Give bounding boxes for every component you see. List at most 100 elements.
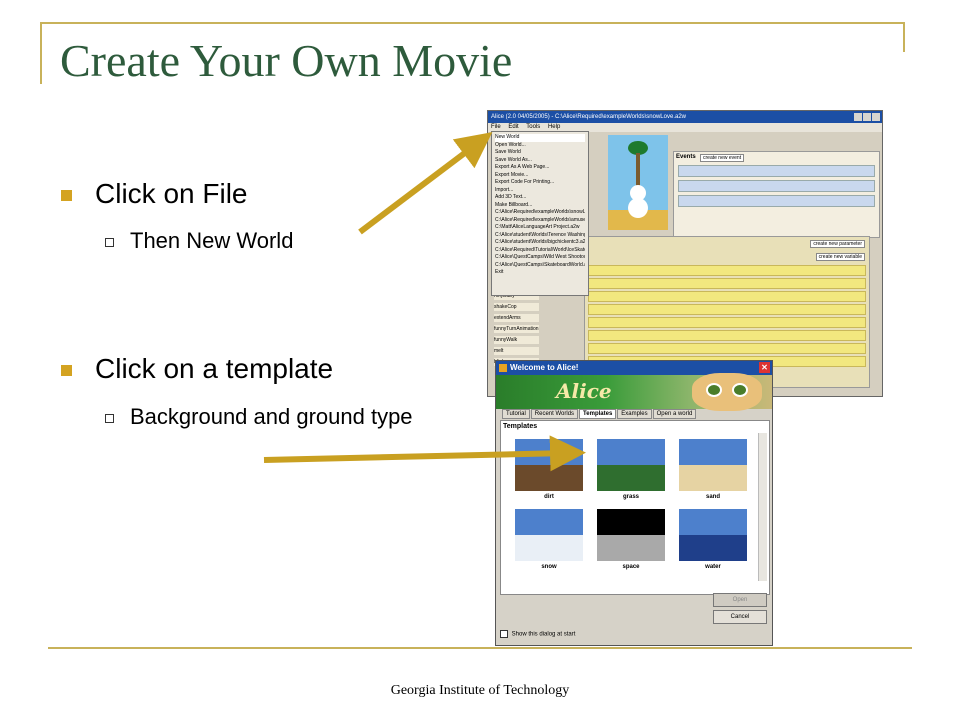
sub-bullet-label: Background and ground type <box>130 404 413 429</box>
tab-templates[interactable]: Templates <box>579 409 617 419</box>
recent-file-item[interactable]: C:\Matt\AliceLanguageArt Project.a2w <box>495 224 585 232</box>
sub-bullet-new-world: Then New World <box>105 224 293 258</box>
recent-file-item[interactable]: C:\Alice\student\Worlds\Terence Washingt… <box>495 232 585 240</box>
code-line[interactable] <box>588 265 866 276</box>
template-dirt[interactable] <box>515 439 583 491</box>
event-row[interactable] <box>678 165 875 177</box>
template-label: snow <box>541 564 557 570</box>
tile-ground <box>515 465 583 491</box>
open-button[interactable]: Open <box>713 593 767 607</box>
method-item[interactable]: extendArms <box>494 314 539 322</box>
method-item[interactable]: melt <box>494 347 539 355</box>
slide-footer: Georgia Institute of Technology <box>390 683 570 698</box>
event-row[interactable] <box>678 195 875 207</box>
menu-item-open-world[interactable]: Open World... <box>495 142 585 150</box>
create-event-button[interactable]: create new event <box>700 154 745 162</box>
create-variable-button[interactable]: create new variable <box>815 253 865 261</box>
method-item[interactable]: shakeCop <box>494 303 539 311</box>
show-dialog-label: Show this dialog at start <box>511 631 576 638</box>
cancel-button[interactable]: Cancel <box>713 610 767 624</box>
menu-tools[interactable]: Tools <box>526 124 540 130</box>
menu-item-export-web[interactable]: Export As A Web Page... <box>495 164 585 172</box>
bullet-label: Click on File <box>95 178 248 209</box>
code-line[interactable] <box>588 343 866 354</box>
bullet-click-template: Click on a template <box>61 353 334 385</box>
alice-title-bar: Alice (2.0 04/05/2005) - C:\Alice\Requir… <box>488 111 882 123</box>
alice-face-icon <box>692 373 762 411</box>
eye-right <box>732 383 748 397</box>
bullet-label: Click on a template <box>95 353 334 384</box>
event-row[interactable] <box>678 180 875 192</box>
template-water[interactable] <box>679 509 747 561</box>
menu-item-exit[interactable]: Exit <box>495 269 585 277</box>
hollow-square-icon <box>105 414 114 423</box>
template-label: sand <box>705 494 720 500</box>
window-controls[interactable] <box>853 113 880 126</box>
tile-ground <box>515 535 583 561</box>
menu-item-new-world[interactable]: New World <box>495 134 585 142</box>
checkbox-icon[interactable] <box>500 630 508 638</box>
events-panel: Events create new event <box>673 151 880 238</box>
template-grass[interactable] <box>597 439 665 491</box>
tile-ground <box>597 535 665 561</box>
dialog-title: Welcome to Alice! <box>510 363 579 372</box>
method-item[interactable]: funnyTurnAnimation <box>494 325 539 333</box>
world-view <box>608 135 668 230</box>
code-line[interactable] <box>588 317 866 328</box>
sub-bullet-background: Background and ground type <box>105 400 450 434</box>
menu-edit[interactable]: Edit <box>508 124 518 130</box>
tab-open-a-world[interactable]: Open a world <box>652 409 697 419</box>
menu-item-export-movie[interactable]: Export Movie... <box>495 172 585 180</box>
template-label: dirt <box>544 494 554 500</box>
close-icon[interactable]: ✕ <box>759 362 770 373</box>
alice-main-window: Alice (2.0 04/05/2005) - C:\Alice\Requir… <box>487 110 883 397</box>
alice-logo: Alice <box>556 379 612 403</box>
recent-file-item[interactable]: C:\Alice\student\Worlds\bigchickentc3.a2… <box>495 239 585 247</box>
recent-file-item[interactable]: C:\Alice\Required\Tutorial\World\IceSkat… <box>495 247 585 255</box>
tile-sky <box>597 439 665 465</box>
menu-item-make-billboard[interactable]: Make Billboard... <box>495 202 585 210</box>
tile-sky <box>515 439 583 465</box>
menu-item-save-world-as[interactable]: Save World As... <box>495 157 585 165</box>
menu-item-export-code[interactable]: Export Code For Printing... <box>495 179 585 187</box>
template-label: grass <box>622 494 639 500</box>
alice-window-title: Alice (2.0 04/05/2005) - C:\Alice\Requir… <box>491 114 686 120</box>
template-label: water <box>705 564 721 570</box>
recent-file-item[interactable]: C:\Alice\Required\exampleWorlds\amusemen… <box>495 217 585 225</box>
menu-item-save-world[interactable]: Save World <box>495 149 585 157</box>
frame-bottom-line <box>48 647 912 649</box>
template-snow[interactable] <box>515 509 583 561</box>
arrow-to-file-menu <box>358 132 493 235</box>
templates-scrollbar[interactable] <box>758 433 767 581</box>
code-line[interactable] <box>588 330 866 341</box>
menu-help[interactable]: Help <box>548 124 560 130</box>
bullet-square-icon <box>61 365 72 376</box>
code-line[interactable] <box>588 304 866 315</box>
tile-ground <box>679 465 747 491</box>
code-line[interactable] <box>588 291 866 302</box>
frame-right-line <box>903 22 905 52</box>
menu-item-add-3d-text[interactable]: Add 3D Text... <box>495 194 585 202</box>
template-space[interactable] <box>597 509 665 561</box>
tab-tutorial[interactable]: Tutorial <box>502 409 530 419</box>
alice-banner: Alice <box>496 373 772 411</box>
snowman-body <box>628 198 648 218</box>
menu-file[interactable]: File <box>491 124 501 130</box>
recent-file-item[interactable]: C:\Alice\QuestCamps\Wild West Shootout.a… <box>495 254 585 262</box>
recent-file-item[interactable]: C:\Alice\Required\exampleWorlds\snowLove… <box>495 209 585 217</box>
tile-ground <box>597 465 665 491</box>
method-item[interactable]: funnyWalk <box>494 336 539 344</box>
create-parameter-button[interactable]: create new parameter <box>810 240 865 248</box>
template-label: space <box>622 564 640 570</box>
tile-sky <box>597 509 665 535</box>
show-dialog-checkbox[interactable]: Show this dialog at start <box>500 630 575 638</box>
tab-recent-worlds[interactable]: Recent Worlds <box>530 409 579 419</box>
template-sand[interactable] <box>679 439 747 491</box>
frame-top-line <box>40 22 905 24</box>
menu-item-import[interactable]: Import... <box>495 187 585 195</box>
tile-sky <box>679 439 747 465</box>
code-line[interactable] <box>588 278 866 289</box>
recent-file-item[interactable]: C:\Alice\QuestCamps\SkateboardWorld.a2w <box>495 262 585 270</box>
tab-examples[interactable]: Examples <box>617 409 652 419</box>
hollow-square-icon <box>105 238 114 247</box>
